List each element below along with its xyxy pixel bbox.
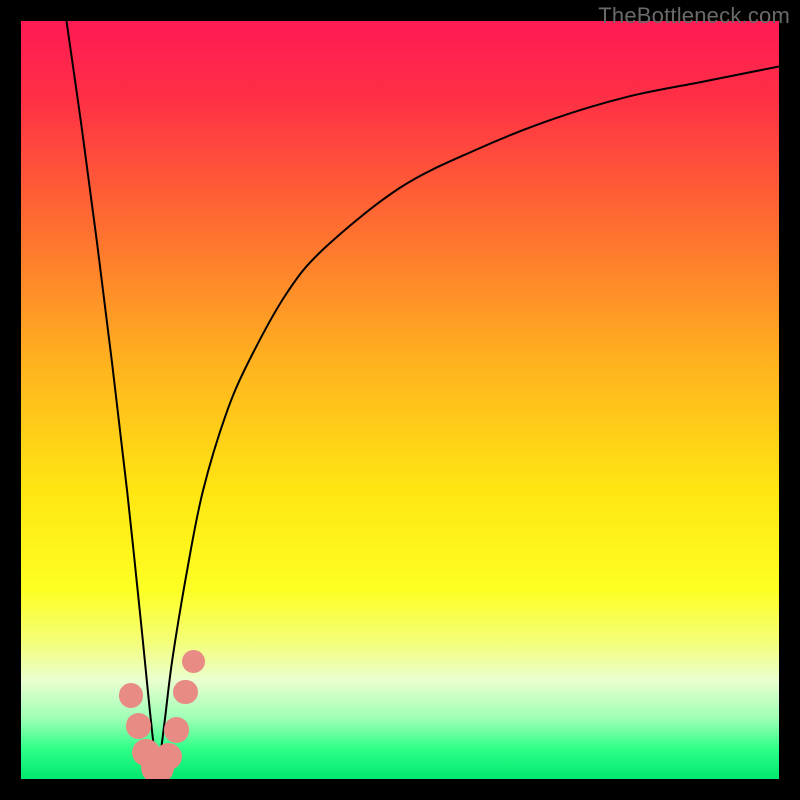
chart-frame: TheBottleneck.com [0, 0, 800, 800]
watermark-text: TheBottleneck.com [598, 3, 790, 29]
curve-marker [173, 680, 197, 704]
curve-marker [182, 650, 205, 673]
curve-marker [119, 683, 143, 707]
plot-area [21, 21, 779, 779]
curve-marker [164, 717, 190, 743]
curve-marker [126, 713, 152, 739]
bottleneck-curve [21, 21, 779, 779]
